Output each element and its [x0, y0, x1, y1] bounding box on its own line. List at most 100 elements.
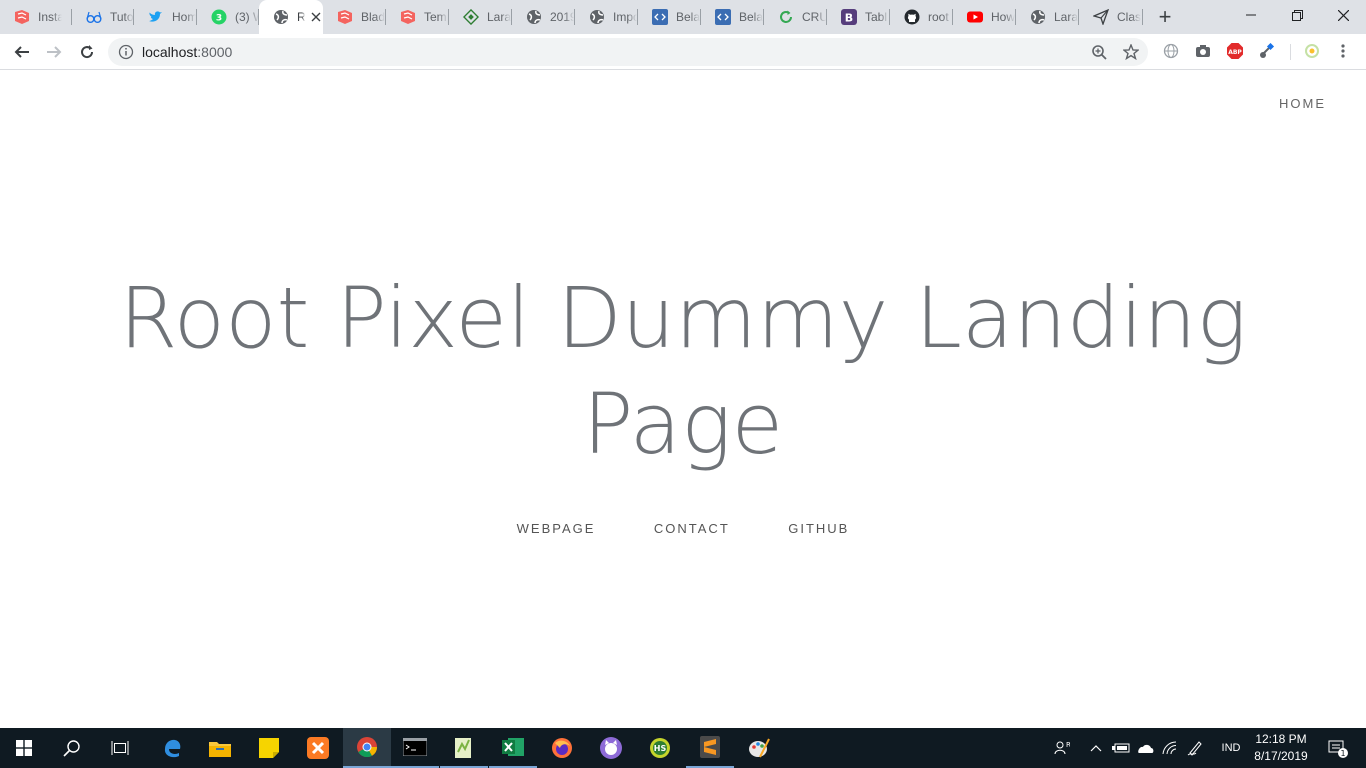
notification-center-button[interactable]: 1 [1320, 728, 1356, 768]
task-view-button[interactable] [96, 728, 144, 768]
restore-button[interactable] [1274, 0, 1320, 30]
pen-icon[interactable] [1185, 728, 1205, 768]
edge-app[interactable] [148, 728, 196, 768]
wifi-icon[interactable] [1160, 728, 1180, 768]
hero-title: Root Pixel Dummy Landing Page [100, 265, 1266, 477]
browser-tab[interactable]: 2019 [512, 0, 575, 34]
paint-app[interactable] [735, 728, 783, 768]
browser-tab[interactable]: Bela [638, 0, 701, 34]
adblock-extension-icon[interactable]: ABP [1226, 42, 1244, 60]
tab-label: CRU [802, 10, 826, 24]
people-icon[interactable]: R [1052, 728, 1072, 768]
minimize-icon [1246, 14, 1256, 16]
tab-label: 2019 [550, 10, 574, 24]
address-bar[interactable]: localhost:8000 [108, 38, 1148, 66]
palette-icon [749, 738, 770, 758]
browser-tab[interactable]: Bela [701, 0, 764, 34]
zoom-icon[interactable] [1090, 43, 1108, 61]
language-indicator[interactable]: IND [1214, 728, 1248, 768]
browser-tab[interactable]: Blad [323, 0, 386, 34]
webpage-link[interactable]: WEBPAGE [517, 521, 596, 536]
camera-extension-icon[interactable] [1194, 42, 1212, 60]
browser-tab[interactable]: CRU [764, 0, 827, 34]
laravel-icon [14, 9, 30, 25]
browser-tab[interactable]: Lara [1016, 0, 1079, 34]
sticky-notes-app[interactable] [245, 728, 293, 768]
browser-tab[interactable]: 3 (3) W [197, 0, 259, 34]
start-button[interactable] [0, 728, 48, 768]
terminal-app[interactable] [391, 728, 439, 768]
task-view-icon [111, 741, 129, 755]
browser-tab[interactable]: Hom [134, 0, 197, 34]
browser-tab[interactable]: How [953, 0, 1016, 34]
browser-tab[interactable]: B Tabl [827, 0, 890, 34]
browser-tab[interactable]: root [890, 0, 953, 34]
windows-icon [16, 740, 32, 756]
file-explorer-app[interactable] [196, 728, 244, 768]
browser-tab[interactable]: Tuto [72, 0, 134, 34]
browser-tab[interactable]: Temp [386, 0, 449, 34]
excel-app[interactable] [489, 728, 537, 768]
close-window-button[interactable] [1320, 0, 1366, 30]
xampp-app[interactable] [294, 728, 342, 768]
tab-label: Hom [172, 10, 196, 24]
notification-icon: 1 [1328, 740, 1348, 758]
notepadpp-app[interactable] [440, 728, 488, 768]
notification-count: 1 [1340, 749, 1345, 758]
battery-icon[interactable] [1111, 728, 1131, 768]
tab-label: Temp [424, 10, 448, 24]
sticky-note-icon [259, 738, 279, 758]
laravel-icon [400, 9, 416, 25]
browser-tab[interactable]: Impo [575, 0, 638, 34]
clock[interactable]: 12:18 PM 8/17/2019 [1248, 731, 1314, 765]
tab-label: Bela [676, 10, 700, 24]
flower-extension-icon[interactable] [1303, 42, 1321, 60]
heidisql-app[interactable]: HS [636, 728, 684, 768]
contact-link[interactable]: CONTACT [654, 521, 730, 536]
svg-text:HS: HS [654, 744, 667, 753]
tab-label: Impo [613, 10, 637, 24]
svg-text:R: R [1066, 741, 1070, 749]
new-tab-button[interactable]: + [1155, 6, 1175, 28]
chevron-up-icon[interactable] [1088, 728, 1104, 768]
browser-tab[interactable]: Clas [1079, 0, 1143, 34]
terminal-icon [403, 738, 427, 756]
satellite-extension-icon[interactable] [1258, 42, 1276, 60]
menu-button[interactable] [1334, 42, 1352, 60]
cat-icon [600, 737, 622, 759]
info-icon[interactable] [118, 44, 134, 65]
edge-icon [164, 739, 181, 758]
nav-home-link[interactable]: HOME [1279, 96, 1326, 111]
onedrive-icon[interactable] [1135, 728, 1155, 768]
toolbar-divider [1290, 44, 1291, 60]
svg-text:3: 3 [216, 14, 222, 24]
url-host: localhost [142, 44, 198, 60]
minimize-button[interactable] [1228, 0, 1274, 30]
star-icon[interactable] [1122, 43, 1140, 61]
browser-tab[interactable]: Lara [449, 0, 512, 34]
globe-extension-icon[interactable] [1162, 42, 1180, 60]
browser-toolbar: localhost:8000 ABP [0, 34, 1366, 70]
browser-tab-active[interactable]: R [259, 0, 323, 34]
close-tab-icon[interactable] [311, 9, 321, 25]
browser-tab[interactable]: Insta [0, 0, 72, 34]
reload-button[interactable] [75, 40, 99, 64]
chrome-app[interactable] [343, 728, 391, 768]
laravel-icon [337, 9, 353, 25]
reload-icon [81, 45, 94, 59]
sublime-app[interactable] [686, 728, 734, 768]
url-port: :8000 [197, 44, 233, 60]
tab-label: R [297, 10, 305, 24]
refresh-icon [778, 9, 794, 25]
tab-label: root [928, 10, 949, 24]
github-link[interactable]: GITHUB [788, 521, 849, 536]
globe-icon [589, 9, 605, 25]
cat-app[interactable] [587, 728, 635, 768]
search-button[interactable] [48, 728, 96, 768]
back-button[interactable] [10, 40, 34, 64]
folder-icon [209, 742, 231, 757]
firefox-app[interactable] [538, 728, 586, 768]
url-text: localhost:8000 [142, 44, 232, 60]
tab-label: Bela [739, 10, 763, 24]
forward-button[interactable] [42, 40, 66, 64]
